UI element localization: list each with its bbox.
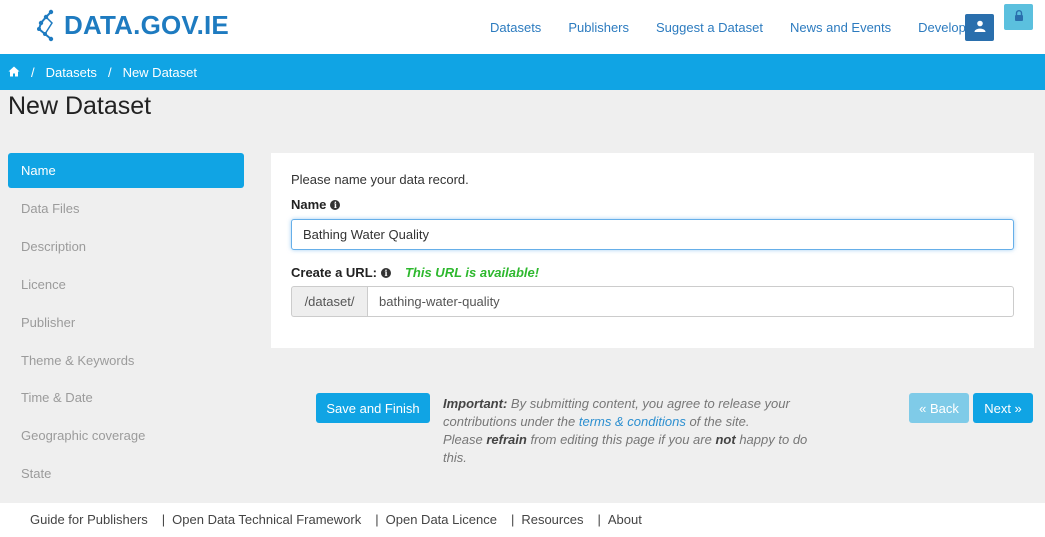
- breadcrumb-separator: /: [107, 64, 112, 80]
- form-intro: Please name your data record.: [291, 172, 469, 187]
- step-sidebar: Name Data Files Description Licence Publ…: [8, 153, 244, 492]
- site-logo[interactable]: DATA.GOV.IE: [36, 8, 229, 42]
- url-input-group: /dataset/: [291, 286, 1014, 317]
- footer-separator: |: [510, 512, 515, 527]
- name-input[interactable]: [291, 219, 1014, 250]
- url-label-text: Create a URL:: [291, 265, 377, 280]
- url-label-row: Create a URL: i This URL is available!: [291, 265, 1014, 280]
- footer-separator: |: [597, 512, 601, 527]
- site-footer: Guide for Publishers | Open Data Technic…: [30, 512, 642, 527]
- notice-text: from editing this page if you are: [530, 432, 712, 447]
- step-theme-keywords[interactable]: Theme & Keywords: [8, 341, 244, 379]
- url-slug-input[interactable]: [367, 286, 1014, 317]
- url-prefix: /dataset/: [291, 286, 367, 317]
- step-description[interactable]: Description: [8, 228, 244, 266]
- info-icon[interactable]: i: [380, 267, 391, 278]
- user-account-button[interactable]: [965, 14, 994, 41]
- footer-separator: |: [375, 512, 379, 527]
- logo-text: DATA.GOV.IE: [64, 9, 229, 40]
- footer-separator: |: [161, 512, 166, 527]
- save-and-finish-button[interactable]: Save and Finish: [316, 393, 430, 423]
- notice-text: of the site.: [689, 414, 750, 429]
- step-data-files[interactable]: Data Files: [8, 190, 244, 228]
- nav-publishers[interactable]: Publishers: [568, 20, 629, 35]
- submission-notice: Important: By submitting content, you ag…: [443, 395, 813, 467]
- main-nav: Datasets Publishers Suggest a Dataset Ne…: [490, 20, 1011, 35]
- nav-suggest-dataset[interactable]: Suggest a Dataset: [656, 20, 763, 35]
- breadcrumb: / Datasets / New Dataset: [0, 54, 1045, 90]
- notice-emphasis: not: [715, 432, 736, 447]
- logo-mark-icon: [36, 8, 62, 42]
- lock-button[interactable]: [1004, 4, 1033, 30]
- step-time-date[interactable]: Time & Date: [8, 379, 244, 417]
- terms-conditions-link[interactable]: terms & conditions: [579, 414, 686, 429]
- name-label: Name i: [291, 197, 1014, 212]
- step-name[interactable]: Name: [8, 153, 244, 188]
- home-icon[interactable]: [8, 65, 20, 80]
- step-licence[interactable]: Licence: [8, 266, 244, 304]
- url-available-status: This URL is available!: [404, 265, 540, 280]
- footer-open-data-licence[interactable]: Open Data Licence: [386, 512, 497, 527]
- main-content: New Dataset Name Data Files Description …: [0, 90, 1045, 503]
- step-state[interactable]: State: [8, 455, 244, 493]
- breadcrumb-datasets[interactable]: Datasets: [46, 65, 97, 80]
- nav-news-events[interactable]: News and Events: [790, 20, 891, 35]
- notice-text: Please: [443, 432, 483, 447]
- footer-resources[interactable]: Resources: [521, 512, 583, 527]
- url-label: Create a URL: i: [291, 265, 391, 280]
- footer-about[interactable]: About: [608, 512, 642, 527]
- name-label-text: Name: [291, 197, 327, 212]
- breadcrumb-current: New Dataset: [122, 64, 197, 80]
- user-icon: [974, 19, 986, 37]
- footer-technical-framework[interactable]: Open Data Technical Framework: [172, 512, 361, 527]
- footer-guide-publishers[interactable]: Guide for Publishers: [30, 512, 148, 527]
- breadcrumb-separator: /: [31, 64, 35, 80]
- step-geographic-coverage[interactable]: Geographic coverage: [8, 417, 244, 455]
- page-title: New Dataset: [8, 92, 152, 120]
- info-icon[interactable]: i: [330, 199, 341, 210]
- back-button[interactable]: « Back: [909, 393, 969, 423]
- name-form-card: Please name your data record. Name i Cre…: [271, 153, 1034, 348]
- notice-important: Important:: [443, 396, 508, 411]
- lock-icon: [1014, 8, 1024, 26]
- nav-datasets[interactable]: Datasets: [490, 20, 541, 35]
- step-publisher[interactable]: Publisher: [8, 303, 244, 341]
- next-button[interactable]: Next »: [973, 393, 1033, 423]
- notice-emphasis: refrain: [486, 432, 527, 447]
- site-header: DATA.GOV.IE Datasets Publishers Suggest …: [0, 0, 1045, 54]
